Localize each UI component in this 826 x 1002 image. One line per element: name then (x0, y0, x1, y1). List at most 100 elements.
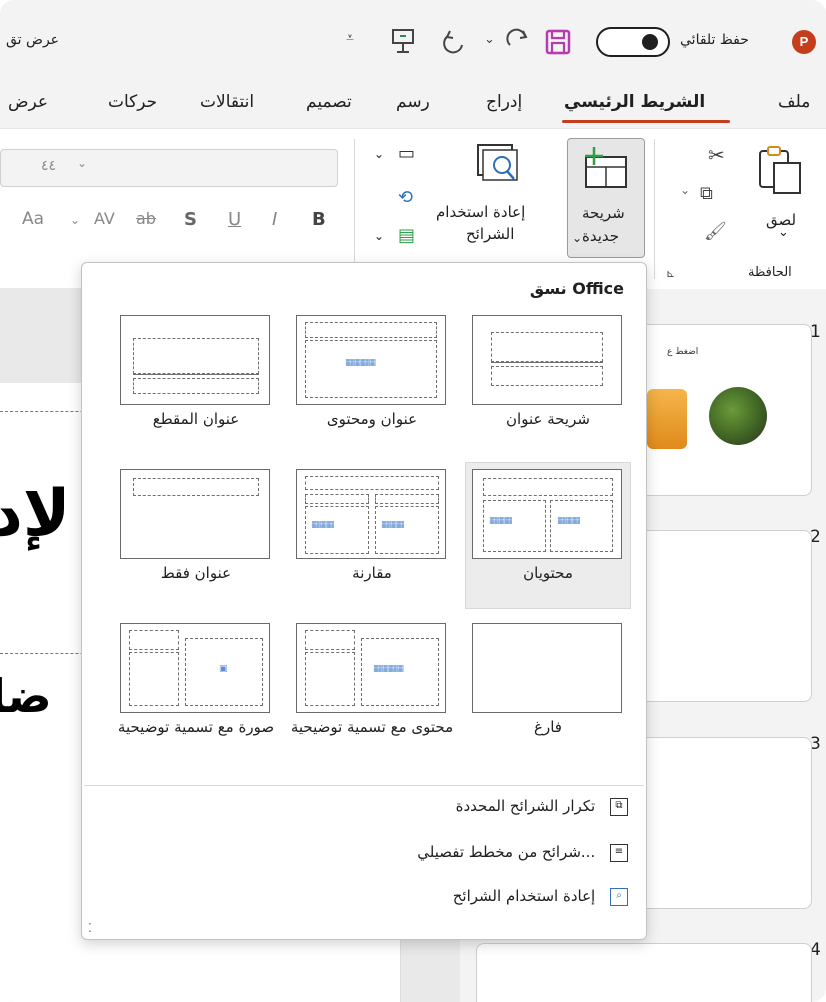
content-icons: ▦▦▦ (381, 520, 404, 530)
slide-title-fragment: لإد (0, 477, 71, 551)
layout-label: عنوان ومحتوى (326, 410, 418, 428)
content-icons: ▦▦▦ (311, 520, 334, 530)
layout-title-and-content[interactable]: ▦▦▦▦ عنوان ومحتوى (290, 309, 454, 454)
reset-icon[interactable]: ⟲ (398, 187, 413, 208)
ribbon-tabs: ملف الشريط الرئيسي إدراج رسم تصميم انتقا… (0, 92, 826, 126)
layout-two-content[interactable]: ▦▦▦ ▦▦▦ محتويان (465, 462, 631, 609)
caption-title-placeholder (129, 630, 179, 650)
content-icons: ▦▦▦▦ (345, 358, 376, 368)
layout-label: عنوان المقطع (152, 410, 240, 428)
left-content-placeholder (305, 506, 369, 554)
left-heading-placeholder (305, 494, 369, 504)
layout-section-header[interactable]: عنوان المقطع (114, 309, 278, 454)
layout-icon[interactable]: ▭ (398, 143, 415, 164)
change-case-chevron-icon[interactable]: ⌄ (70, 213, 80, 227)
subtitle-placeholder (491, 366, 603, 386)
section-icon[interactable]: ▤ (398, 225, 415, 246)
shadow-button[interactable]: S (184, 209, 197, 230)
new-slide-label-2: جديدة (582, 227, 620, 245)
layout-label: عنوان فقط (160, 564, 232, 582)
tab-view[interactable]: عرض (8, 92, 48, 112)
section-text-placeholder (133, 378, 259, 394)
right-content-placeholder (550, 500, 613, 552)
group-separator (354, 139, 355, 279)
copy-chevron-icon[interactable]: ⌄ (680, 183, 690, 197)
italic-button[interactable]: I (272, 209, 277, 230)
right-heading-placeholder (375, 494, 439, 504)
slide-thumbnail-4[interactable] (476, 943, 812, 1002)
duplicate-slides-item[interactable]: تكرار الشرائح المحددة ⧉ (456, 797, 628, 827)
layout-title-only[interactable]: عنوان فقط (114, 463, 278, 608)
title-placeholder (305, 322, 437, 338)
autosave-toggle[interactable] (596, 27, 670, 57)
font-size-chevron-icon[interactable]: ⌄ (77, 156, 87, 170)
layout-label: محتوى مع تسمية توضيحية (290, 718, 454, 736)
document-name: عرض تق (6, 32, 60, 48)
divider-line (133, 374, 259, 375)
reuse-slides-item[interactable]: إعادة استخدام الشرائح ⌕ (453, 887, 628, 917)
underline-button[interactable]: U (228, 209, 241, 230)
layout-picture-with-caption[interactable]: ▣ صورة مع تسمية توضيحية (114, 617, 278, 762)
tab-transitions[interactable]: انتقالات (200, 92, 254, 112)
layout-content-with-caption[interactable]: ▦▦▦▦ محتوى مع تسمية توضيحية (290, 617, 454, 762)
font-size-box[interactable]: ٤٤ ⌄ (0, 149, 338, 187)
tab-design[interactable]: تصميم (306, 92, 352, 112)
character-spacing-button[interactable]: AV (94, 209, 115, 228)
clipboard-launcher-icon[interactable]: ⊾ (666, 267, 675, 280)
layout-label: صورة مع تسمية توضيحية (117, 718, 275, 736)
font-size-value[interactable]: ٤٤ (41, 158, 56, 174)
new-slide-layout-menu: نسق Office شريحة عنوان ▦▦▦▦ عنوان ومحتوى (81, 262, 647, 940)
bold-button[interactable]: B (312, 209, 326, 230)
tab-animations[interactable]: حركات (108, 92, 157, 112)
customize-toolbar-icon[interactable]: ⩡ (346, 30, 354, 46)
reuse-slides-label[interactable]: إعادة استخدام (436, 203, 525, 221)
layout-blank[interactable]: فارغ (466, 617, 630, 762)
undo-icon[interactable] (440, 27, 468, 55)
paste-chevron-icon[interactable]: ⌄ (778, 225, 789, 240)
tab-insert[interactable]: إدراج (486, 92, 522, 112)
new-slide-button[interactable]: شريحة جديدة ⌄ (567, 138, 645, 258)
caption-text-placeholder (305, 652, 355, 706)
resize-grip-icon[interactable]: ⁚ (88, 921, 92, 935)
content-icons: ▦▦▦▦ (373, 664, 404, 674)
presenter-icon[interactable] (388, 26, 418, 56)
layout-title-slide[interactable]: شريحة عنوان (466, 309, 630, 454)
layout-label: محتويان (523, 564, 573, 582)
strikethrough-button[interactable]: ab (136, 209, 156, 228)
layout-thumbnail: ▦▦▦ ▦▦▦ (296, 469, 446, 559)
change-case-button[interactable]: Aa (22, 209, 44, 229)
layout-thumbnail: ▦▦▦▦ (296, 623, 446, 713)
copy-icon[interactable]: ⧉ (700, 183, 713, 204)
caption-text-placeholder (129, 652, 179, 706)
title-placeholder (491, 332, 603, 362)
reuse-slides-label-2[interactable]: الشرائح (466, 225, 514, 243)
layout-label: شريحة عنوان (506, 410, 590, 428)
redo-icon[interactable] (505, 27, 533, 55)
picture-icon: ▣ (219, 664, 227, 674)
active-tab-indicator (562, 120, 730, 123)
tab-draw[interactable]: رسم (396, 92, 430, 112)
undo-dropdown-chevron-icon[interactable]: ⌄ (484, 32, 495, 47)
slides-from-outline-item[interactable]: شرائح من مخطط تفصيلي... ≡ (417, 843, 628, 873)
paste-icon[interactable] (756, 141, 804, 195)
section-title-placeholder (133, 338, 259, 374)
layout-comparison[interactable]: ▦▦▦ ▦▦▦ مقارنة (290, 463, 454, 608)
toggle-knob (642, 34, 658, 50)
reuse-slides-menu-label: إعادة استخدام الشرائح (452, 887, 596, 905)
reuse-slides-icon[interactable] (474, 141, 522, 185)
title-placeholder (305, 476, 439, 490)
section-chevron-icon[interactable]: ⌄ (374, 229, 384, 243)
slides-from-outline-label: شرائح من مخطط تفصيلي... (417, 843, 596, 861)
tab-home[interactable]: الشريط الرئيسي (564, 92, 705, 112)
caption-title-placeholder (305, 630, 355, 650)
right-content-placeholder (375, 506, 439, 554)
layout-thumbnail (120, 315, 270, 405)
cut-icon[interactable]: ✂ (708, 143, 725, 167)
title-bar: P حفظ تلقائي ⌄ ⩡ عرض تق (0, 0, 826, 82)
layout-chevron-icon[interactable]: ⌄ (374, 147, 384, 161)
layout-thumbnail: ▣ (120, 623, 270, 713)
format-painter-icon[interactable]: 🖌 (704, 221, 727, 242)
layout-thumbnail (472, 315, 622, 405)
save-icon[interactable] (544, 28, 572, 56)
tab-file[interactable]: ملف (778, 92, 810, 112)
